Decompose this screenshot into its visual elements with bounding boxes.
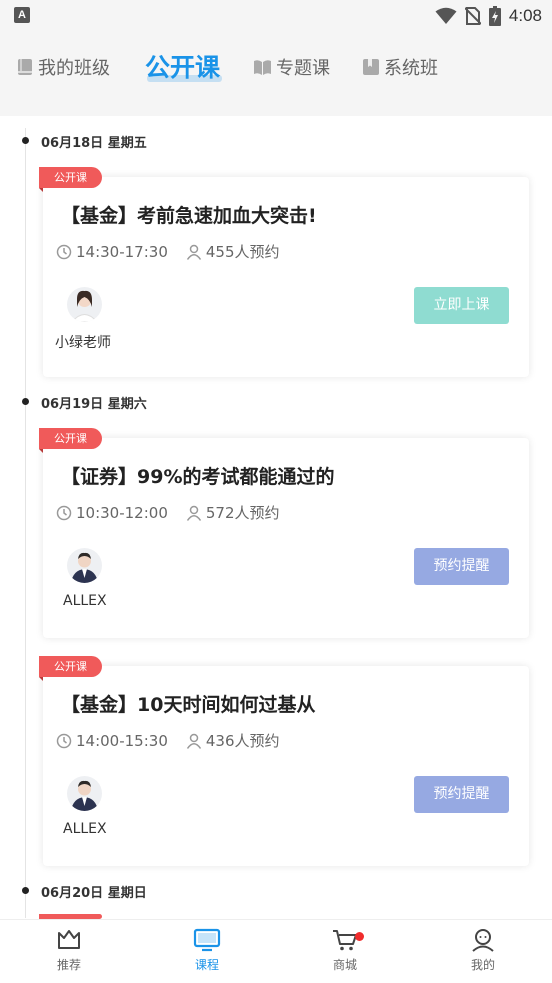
tab-system-class[interactable]: 系统班 [362, 54, 438, 80]
booking-count: 455人预约 [205, 243, 280, 261]
open-class-badge-partial [39, 914, 102, 919]
nav-label: 我的 [470, 958, 495, 972]
battery-charging-icon [488, 6, 501, 26]
course-meta: 10:30-12:00 572人预约 [56, 502, 280, 523]
booking-count: 436人预约 [205, 732, 280, 750]
timeline-dot [22, 887, 29, 894]
person-icon [186, 505, 201, 521]
course-time: 14:00-15:30 [76, 731, 168, 750]
tab-label: 我的班级 [38, 58, 110, 79]
teacher-photo-icon [71, 290, 98, 322]
date-label: 06月20日 星期日 [41, 886, 147, 901]
wifi-icon [435, 7, 457, 24]
book-icon [18, 59, 32, 75]
tab-open-class[interactable]: 公开课 [145, 48, 223, 84]
nav-recommend[interactable]: 推荐 [29, 928, 109, 973]
course-title: 【基金】考前急速加血大突击! [61, 205, 317, 227]
tab-topic-course[interactable]: 专题课 [253, 54, 330, 80]
clock-icon [56, 505, 72, 520]
teacher-name: ALLEX [63, 593, 107, 609]
no-sim-icon [464, 7, 481, 25]
teacher-avatar[interactable] [67, 548, 102, 583]
person-icon [186, 733, 201, 749]
status-bar: A 4:08 [0, 0, 552, 32]
tab-label: 公开课 [145, 53, 221, 82]
tab-label: 系统班 [384, 58, 438, 79]
open-class-badge: 公开课 [39, 167, 102, 192]
tv-icon [193, 928, 221, 952]
nav-mall[interactable]: 商城 [305, 928, 385, 973]
nav-label: 课程 [194, 958, 219, 972]
tab-my-class[interactable]: 我的班级 [16, 54, 110, 80]
person-icon [186, 244, 201, 260]
open-class-badge: 公开课 [39, 428, 102, 453]
clock-icon [56, 244, 72, 259]
course-card[interactable]: 【基金】考前急速加血大突击! 14:30-17:30 455人预约 小绿老师 立… [43, 177, 529, 377]
nav-courses[interactable]: 课程 [167, 928, 247, 973]
teacher-avatar[interactable] [67, 287, 102, 322]
teacher-photo-icon [71, 552, 98, 583]
date-label: 06月19日 星期六 [41, 397, 147, 412]
course-title: 【基金】10天时间如何过基从 [61, 694, 316, 716]
timeline-dot [22, 137, 29, 144]
app-notification-icon: A [14, 7, 30, 23]
nav-label: 推荐 [56, 958, 81, 972]
teacher-photo-icon [71, 780, 98, 811]
teacher-name: ALLEX [63, 821, 107, 837]
open-class-badge: 公开课 [39, 656, 102, 681]
course-time: 14:30-17:30 [76, 242, 168, 261]
status-icons: 4:08 [435, 4, 542, 28]
course-title: 【证券】99%的考试都能通过的 [61, 466, 335, 488]
course-meta: 14:00-15:30 436人预约 [56, 730, 280, 751]
nav-label: 商城 [332, 958, 357, 972]
tab-label: 专题课 [276, 58, 330, 79]
clock-icon [56, 733, 72, 748]
crown-icon [58, 930, 80, 949]
open-book-icon [254, 59, 271, 75]
booking-count: 572人预约 [205, 504, 280, 522]
course-card[interactable]: 【基金】10天时间如何过基从 14:00-15:30 436人预约 ALLEX … [43, 666, 529, 866]
course-time: 10:30-12:00 [76, 503, 168, 522]
course-card[interactable]: 【证券】99%的考试都能通过的 10:30-12:00 572人预约 ALLEX… [43, 438, 529, 638]
date-label: 06月18日 星期五 [41, 136, 147, 151]
teacher-name: 小绿老师 [55, 335, 111, 351]
teacher-avatar[interactable] [67, 776, 102, 811]
bottom-navigation: 推荐 课程 商城 我的 [0, 919, 552, 983]
course-type-tabs: 我的班级 公开课 专题课 系统班 [0, 32, 552, 116]
user-icon [472, 929, 494, 952]
reminder-button[interactable]: 预约提醒 [414, 776, 509, 813]
notification-dot [355, 932, 364, 941]
cart-icon [333, 930, 357, 951]
status-time: 4:08 [508, 6, 542, 25]
start-class-button[interactable]: 立即上课 [414, 287, 509, 324]
course-meta: 14:30-17:30 455人预约 [56, 241, 280, 262]
bookmark-book-icon [363, 59, 379, 75]
reminder-button[interactable]: 预约提醒 [414, 548, 509, 585]
timeline-line [25, 128, 26, 918]
nav-mine[interactable]: 我的 [443, 928, 523, 973]
timeline-dot [22, 398, 29, 405]
